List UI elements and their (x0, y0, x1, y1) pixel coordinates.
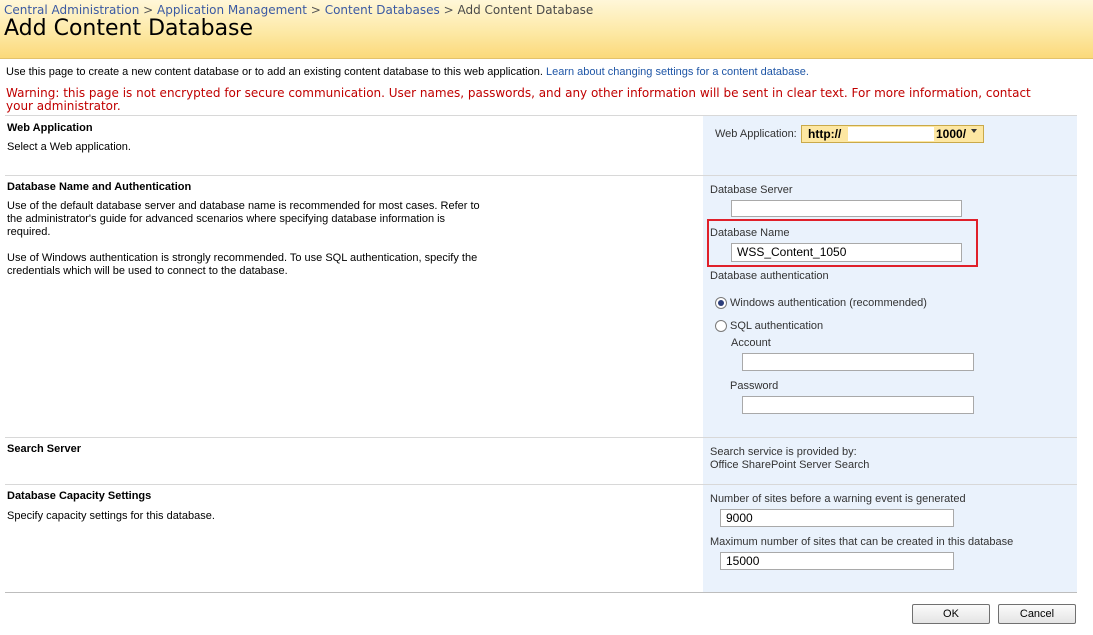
max-sites-label: Maximum number of sites that can be crea… (710, 536, 1014, 548)
section-divider (5, 437, 1077, 438)
section-divider (5, 592, 1077, 593)
sql-auth-radio[interactable] (715, 320, 727, 332)
security-warning: Warning: this page is not encrypted for … (6, 86, 1031, 113)
warning-sites-label: Number of sites before a warning event i… (710, 493, 966, 505)
database-section-description: Use of the default database server and d… (7, 200, 480, 238)
section-divider (5, 115, 1077, 116)
section-divider (5, 484, 1077, 485)
breadcrumb-separator: > (143, 3, 154, 17)
page-title: Add Content Database (4, 16, 254, 41)
database-name-input[interactable]: WSS_Content_1050 (731, 243, 962, 262)
database-name-label: Database Name (710, 227, 790, 239)
warning-sites-input[interactable]: 9000 (720, 509, 954, 527)
chevron-down-icon (971, 129, 977, 133)
web-application-section-description: Select a Web application. (7, 141, 131, 153)
web-application-url-prefix: http:// (808, 127, 842, 141)
page-intro: Use this page to create a new content da… (6, 66, 809, 78)
capacity-section-title: Database Capacity Settings (7, 490, 152, 502)
intro-text: Use this page to create a new content da… (6, 66, 543, 78)
database-authentication-label: Database authentication (710, 270, 829, 282)
database-section-title: Database Name and Authentication (7, 181, 192, 193)
capacity-section-description: Specify capacity settings for this datab… (7, 510, 215, 522)
search-service-info-line2: Office SharePoint Server Search (710, 459, 870, 471)
cancel-button[interactable]: Cancel (998, 604, 1076, 624)
web-application-label: Web Application: (715, 128, 797, 140)
database-server-input[interactable] (731, 200, 962, 217)
account-input[interactable] (742, 353, 974, 371)
search-service-info-line1: Search service is provided by: (710, 446, 857, 458)
ok-button[interactable]: OK (912, 604, 990, 624)
password-label: Password (730, 380, 779, 392)
web-application-url-redacted (848, 127, 934, 141)
database-server-label: Database Server (710, 184, 793, 196)
search-server-section-title: Search Server (7, 443, 81, 455)
authentication-description: Use of Windows authentication is strongl… (7, 252, 478, 277)
breadcrumb-current: Add Content Database (457, 3, 594, 17)
web-application-url-suffix: 1000/ (936, 127, 967, 141)
password-input[interactable] (742, 396, 974, 414)
windows-auth-radio[interactable] (715, 297, 727, 309)
breadcrumb-application-management[interactable]: Application Management (157, 3, 307, 17)
max-sites-input[interactable]: 15000 (720, 552, 954, 570)
breadcrumb-central-admin[interactable]: Central Administration (4, 3, 139, 17)
breadcrumb: Central Administration > Application Man… (4, 3, 593, 17)
learn-more-link[interactable]: Learn about changing settings for a cont… (546, 66, 809, 78)
web-application-selector[interactable]: http:// 1000/ (801, 125, 984, 143)
breadcrumb-separator: > (310, 3, 321, 17)
sql-auth-label: SQL authentication (730, 320, 824, 332)
web-application-section-title: Web Application (7, 122, 93, 134)
account-label: Account (731, 337, 771, 349)
breadcrumb-content-databases[interactable]: Content Databases (325, 3, 440, 17)
windows-auth-label: Windows authentication (recommended) (730, 297, 927, 309)
breadcrumb-separator: > (443, 3, 454, 17)
section-divider (5, 175, 1077, 176)
